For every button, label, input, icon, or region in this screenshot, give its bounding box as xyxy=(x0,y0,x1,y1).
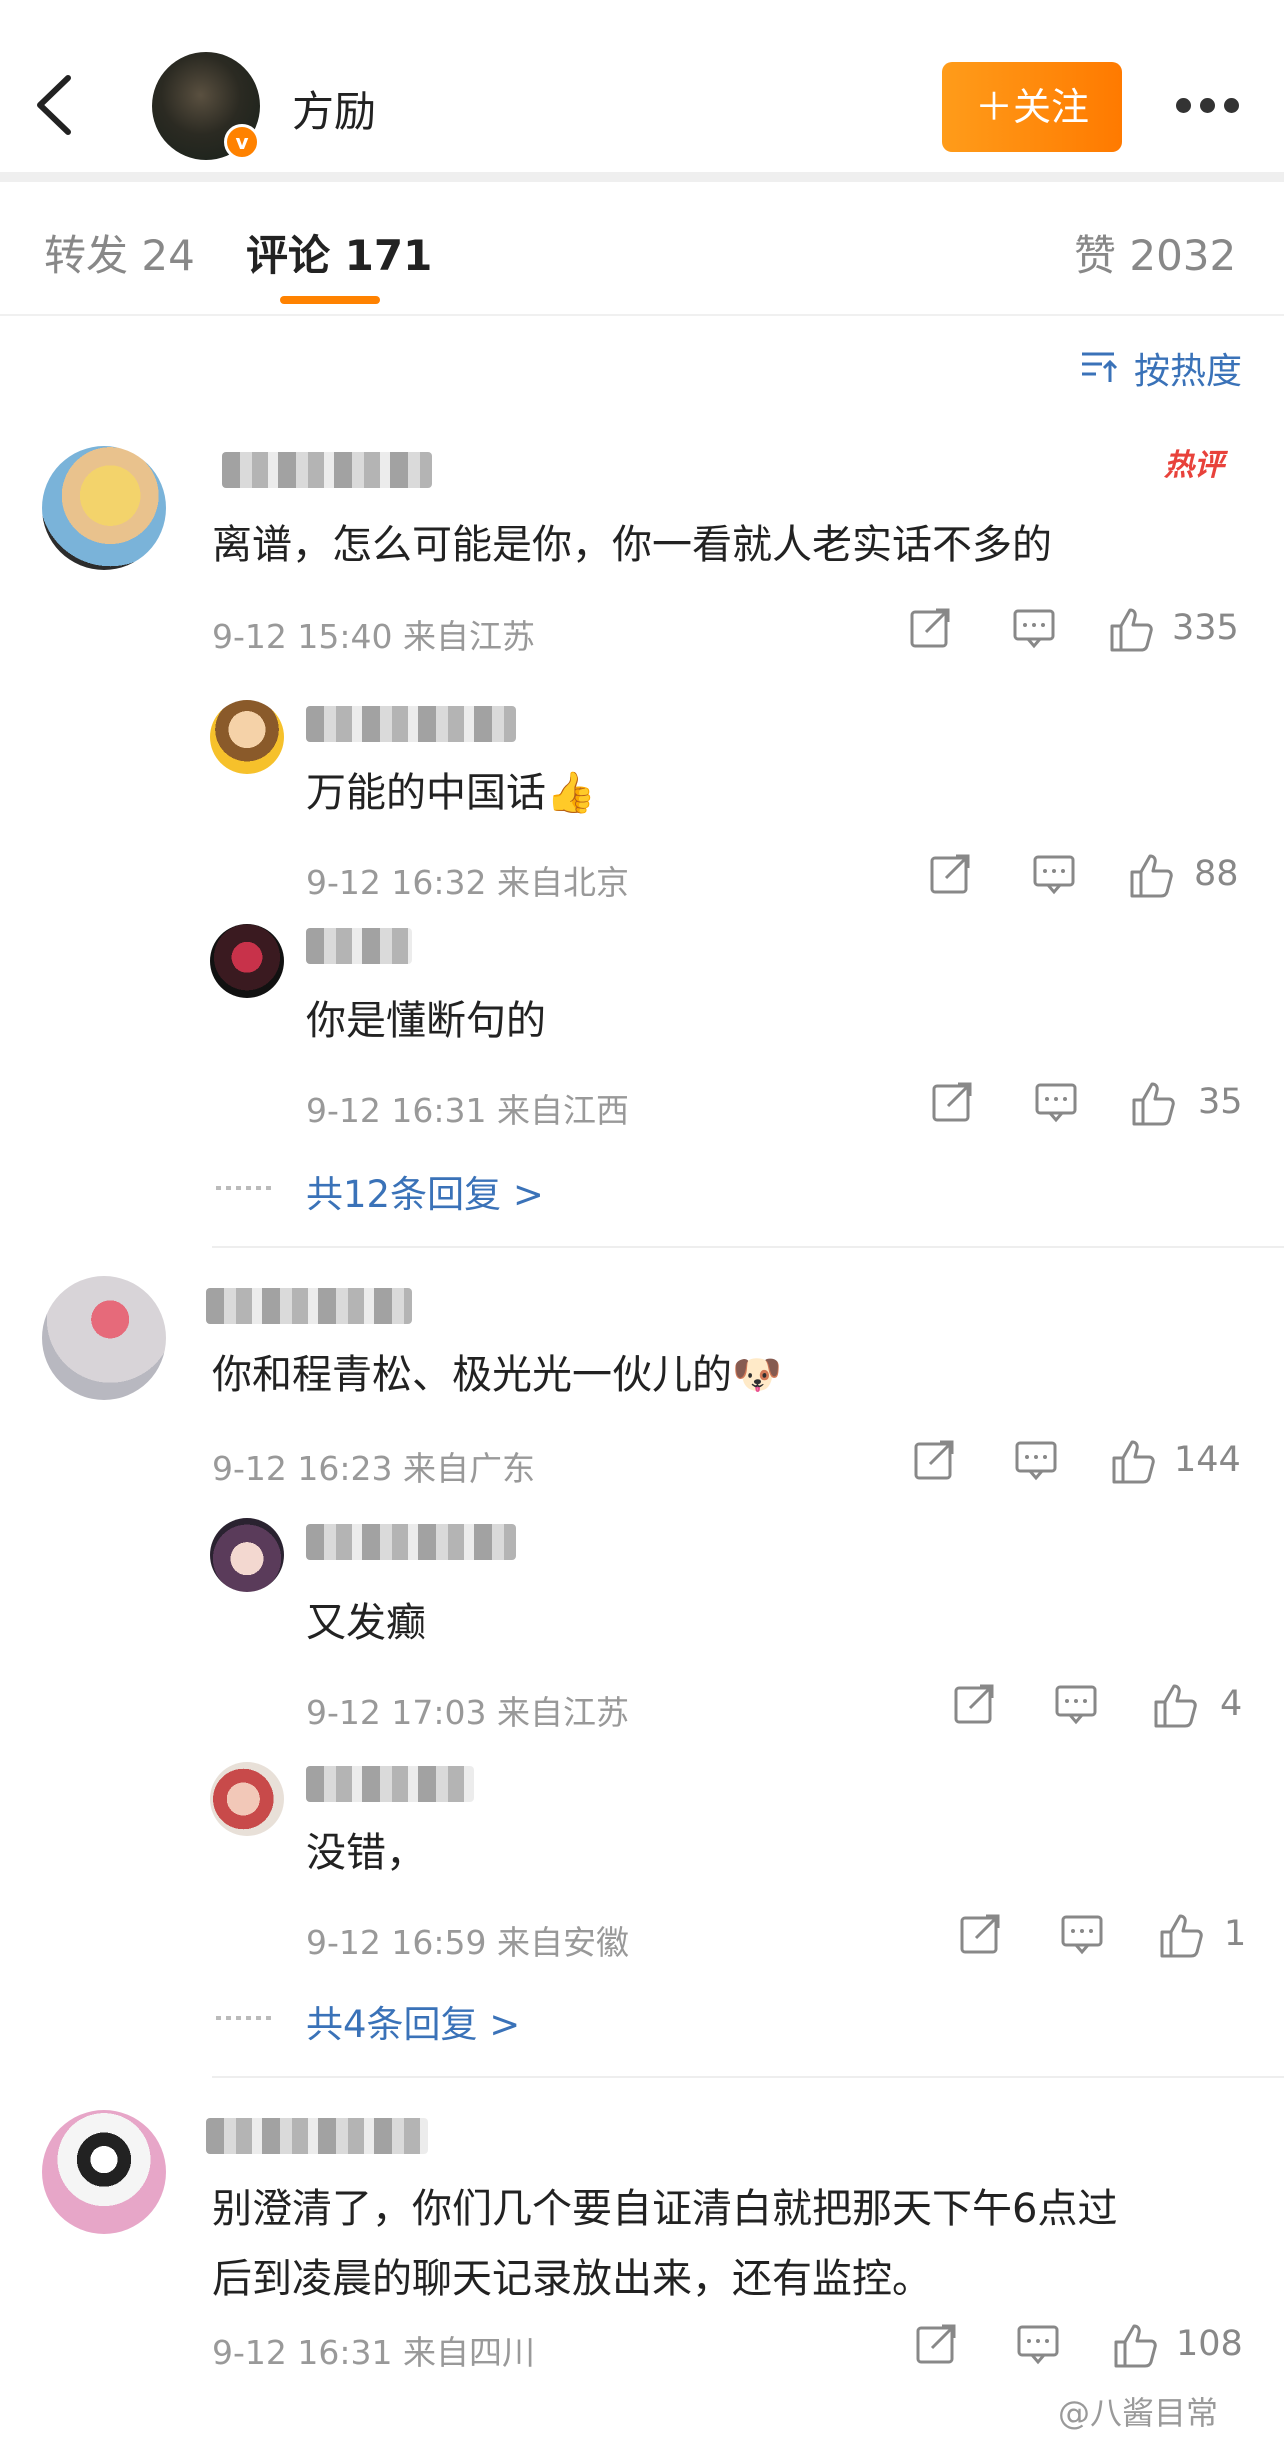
like-count: 144 xyxy=(1174,1440,1241,1480)
sort-icon[interactable] xyxy=(1080,348,1120,384)
reply-thread-dots xyxy=(216,1186,276,1190)
reply-avatar[interactable] xyxy=(210,1518,284,1592)
reply-avatar[interactable] xyxy=(210,700,284,774)
reply-actions: 88 xyxy=(928,852,1248,902)
reply-actions: 35 xyxy=(930,1080,1248,1130)
verified-badge-icon: v xyxy=(224,124,260,160)
like-icon[interactable] xyxy=(1130,1080,1178,1128)
reply-text: 没错， xyxy=(306,1830,426,1876)
reply-thread-dots xyxy=(216,2016,276,2020)
share-icon[interactable] xyxy=(912,1438,956,1482)
reply-text: 又发癫 xyxy=(306,1600,426,1646)
reply-icon[interactable] xyxy=(1032,852,1076,896)
commenter-avatar[interactable] xyxy=(42,1276,166,1400)
reply-meta: 9-12 16:31 来自江西 xyxy=(306,1091,629,1130)
like-icon[interactable] xyxy=(1110,1438,1158,1486)
view-more-replies-link[interactable]: 共12条回复 > xyxy=(306,1164,544,1218)
tab-comments[interactable]: 评论 171 xyxy=(246,222,432,283)
like-icon[interactable] xyxy=(1112,2322,1160,2370)
like-count: 4 xyxy=(1220,1684,1243,1724)
share-icon[interactable] xyxy=(958,1912,1002,1956)
reply-actions: 1 xyxy=(958,1912,1248,1962)
like-count: 88 xyxy=(1194,854,1239,894)
reply-avatar[interactable] xyxy=(210,1762,284,1836)
tab-bar: 转发 24 评论 171 赞 2032 xyxy=(0,182,1284,316)
comment-actions: 144 xyxy=(912,1438,1248,1488)
reply-text: 你是懂断句的 xyxy=(306,998,546,1044)
reply-avatar[interactable] xyxy=(210,924,284,998)
back-arrow-icon[interactable] xyxy=(30,70,80,140)
commenter-avatar[interactable] xyxy=(42,2110,166,2234)
separator xyxy=(0,172,1284,182)
like-count: 108 xyxy=(1176,2324,1243,2364)
like-icon[interactable] xyxy=(1128,852,1176,900)
commenter-name[interactable] xyxy=(206,1288,412,1324)
active-tab-indicator xyxy=(280,296,380,304)
comment-text-line2: 后到凌晨的聊天记录放出来，还有监控。 xyxy=(212,2256,932,2302)
reply-name[interactable] xyxy=(306,706,516,742)
comment-text: 你和程青松、极光光一伙儿的🐶 xyxy=(212,1352,782,1398)
reply-meta: 9-12 17:03 来自江苏 xyxy=(306,1693,629,1732)
comment-meta: 9-12 16:31 来自四川 xyxy=(212,2333,535,2372)
more-options-icon[interactable] xyxy=(1172,94,1242,118)
reply-text: 万能的中国话👍 xyxy=(306,770,596,816)
like-count: 335 xyxy=(1172,608,1239,648)
comment-divider xyxy=(212,2076,1284,2078)
hot-comment-badge: 热评 xyxy=(1164,448,1224,483)
commenter-name[interactable] xyxy=(206,2118,428,2154)
reply-icon[interactable] xyxy=(1012,606,1056,650)
tab-reposts[interactable]: 转发 24 xyxy=(44,222,195,283)
top-bar: v 方励 ＋关注 xyxy=(0,0,1284,172)
reply-icon[interactable] xyxy=(1060,1912,1104,1956)
author-name[interactable]: 方励 xyxy=(292,78,376,139)
like-count: 35 xyxy=(1198,1082,1243,1122)
reply-icon[interactable] xyxy=(1014,1438,1058,1482)
like-count: 1 xyxy=(1224,1914,1247,1954)
commenter-avatar[interactable] xyxy=(42,446,166,570)
reply-name[interactable] xyxy=(306,1524,516,1560)
share-icon[interactable] xyxy=(930,1080,974,1124)
like-icon[interactable] xyxy=(1152,1682,1200,1730)
comment-actions: 108 xyxy=(914,2322,1248,2372)
reply-meta: 9-12 16:59 来自安徽 xyxy=(306,1923,629,1962)
reply-icon[interactable] xyxy=(1034,1080,1078,1124)
reply-meta: 9-12 16:32 来自北京 xyxy=(306,863,629,902)
tab-likes[interactable]: 赞 2032 xyxy=(1074,222,1236,283)
reply-actions: 4 xyxy=(952,1682,1248,1732)
reply-icon[interactable] xyxy=(1054,1682,1098,1726)
comment-text: 离谱，怎么可能是你，你一看就人老实话不多的 xyxy=(212,522,1052,568)
reply-icon[interactable] xyxy=(1016,2322,1060,2366)
sort-by-hot-button[interactable]: 按热度 xyxy=(1134,342,1242,394)
view-more-replies-link[interactable]: 共4条回复 > xyxy=(306,1994,520,2048)
reply-name[interactable] xyxy=(306,928,412,964)
follow-button[interactable]: ＋关注 xyxy=(942,62,1122,152)
share-icon[interactable] xyxy=(908,606,952,650)
comment-actions: 335 xyxy=(908,606,1248,656)
commenter-name[interactable] xyxy=(222,452,432,488)
like-icon[interactable] xyxy=(1158,1912,1206,1960)
weibo-watermark: @八酱目常 xyxy=(1058,2394,1219,2432)
comment-divider xyxy=(212,1246,1284,1248)
comment-meta: 9-12 16:23 来自广东 xyxy=(212,1449,535,1488)
like-icon[interactable] xyxy=(1108,606,1156,654)
share-icon[interactable] xyxy=(914,2322,958,2366)
comment-text-line1: 别澄清了，你们几个要自证清白就把那天下午6点过 xyxy=(212,2186,1118,2232)
share-icon[interactable] xyxy=(952,1682,996,1726)
reply-name[interactable] xyxy=(306,1766,474,1802)
share-icon[interactable] xyxy=(928,852,972,896)
comment-meta: 9-12 15:40 来自江苏 xyxy=(212,617,535,656)
